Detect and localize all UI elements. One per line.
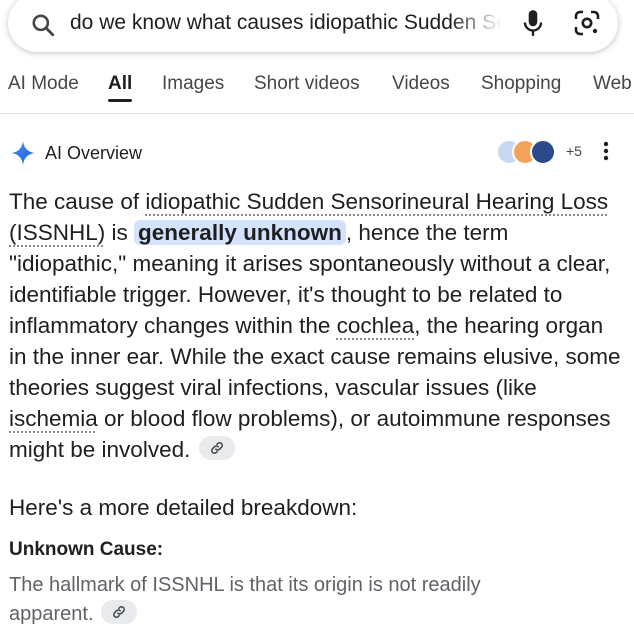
term-link-ischemia[interactable]: ischemia xyxy=(9,406,98,431)
term-link-cochlea[interactable]: cochlea xyxy=(337,313,415,338)
tab-shopping[interactable]: Shopping xyxy=(481,72,561,96)
sources-avatars[interactable]: +5 xyxy=(496,138,591,166)
unknown-cause-heading: Unknown Cause: xyxy=(9,539,164,560)
breakdown-heading: Here's a more detailed breakdown: xyxy=(9,495,358,520)
google-lens-icon[interactable] xyxy=(573,9,601,42)
ai-overview-header: AI Overview +5 xyxy=(8,138,628,166)
overview-text: is xyxy=(105,220,135,245)
active-tab-indicator xyxy=(108,99,132,102)
search-tabs: AI Mode All Images Short videos Videos S… xyxy=(0,68,634,106)
link-icon xyxy=(210,442,223,455)
tab-short-videos[interactable]: Short videos xyxy=(254,72,360,96)
search-bar[interactable]: do we know what causes idiopathic Sudden… xyxy=(8,0,618,52)
tab-images[interactable]: Images xyxy=(162,72,224,96)
ai-overview-text: The cause of idiopathic Sudden Sensorine… xyxy=(9,186,624,465)
link-icon xyxy=(113,605,126,618)
tab-ai-mode[interactable]: AI Mode xyxy=(8,72,79,96)
tab-videos[interactable]: Videos xyxy=(392,72,450,96)
unknown-cause-text: The hallmark of ISSNHL is that its origi… xyxy=(9,571,569,629)
more-vert-icon[interactable] xyxy=(603,141,609,166)
search-icon[interactable] xyxy=(30,12,56,43)
source-avatar-icon[interactable] xyxy=(530,139,556,165)
tabs-divider xyxy=(0,113,634,114)
tab-all[interactable]: All xyxy=(108,72,132,96)
sources-more-count[interactable]: +5 xyxy=(566,143,582,159)
highlighted-answer: generally unknown xyxy=(134,220,346,245)
citation-chip[interactable] xyxy=(101,599,138,624)
unknown-cause-body: The hallmark of ISSNHL is that its origi… xyxy=(9,574,481,625)
search-input[interactable]: do we know what causes idiopathic Sudden… xyxy=(70,10,502,36)
overview-text: The cause of xyxy=(9,189,146,214)
ai-overview-title: AI Overview xyxy=(45,143,143,163)
citation-chip[interactable] xyxy=(198,436,235,461)
tab-web[interactable]: Web xyxy=(593,72,632,96)
ai-sparkle-icon xyxy=(10,140,36,171)
microphone-icon[interactable] xyxy=(520,8,546,43)
overview-text: or blood flow problems), or autoimmune r… xyxy=(9,406,611,462)
